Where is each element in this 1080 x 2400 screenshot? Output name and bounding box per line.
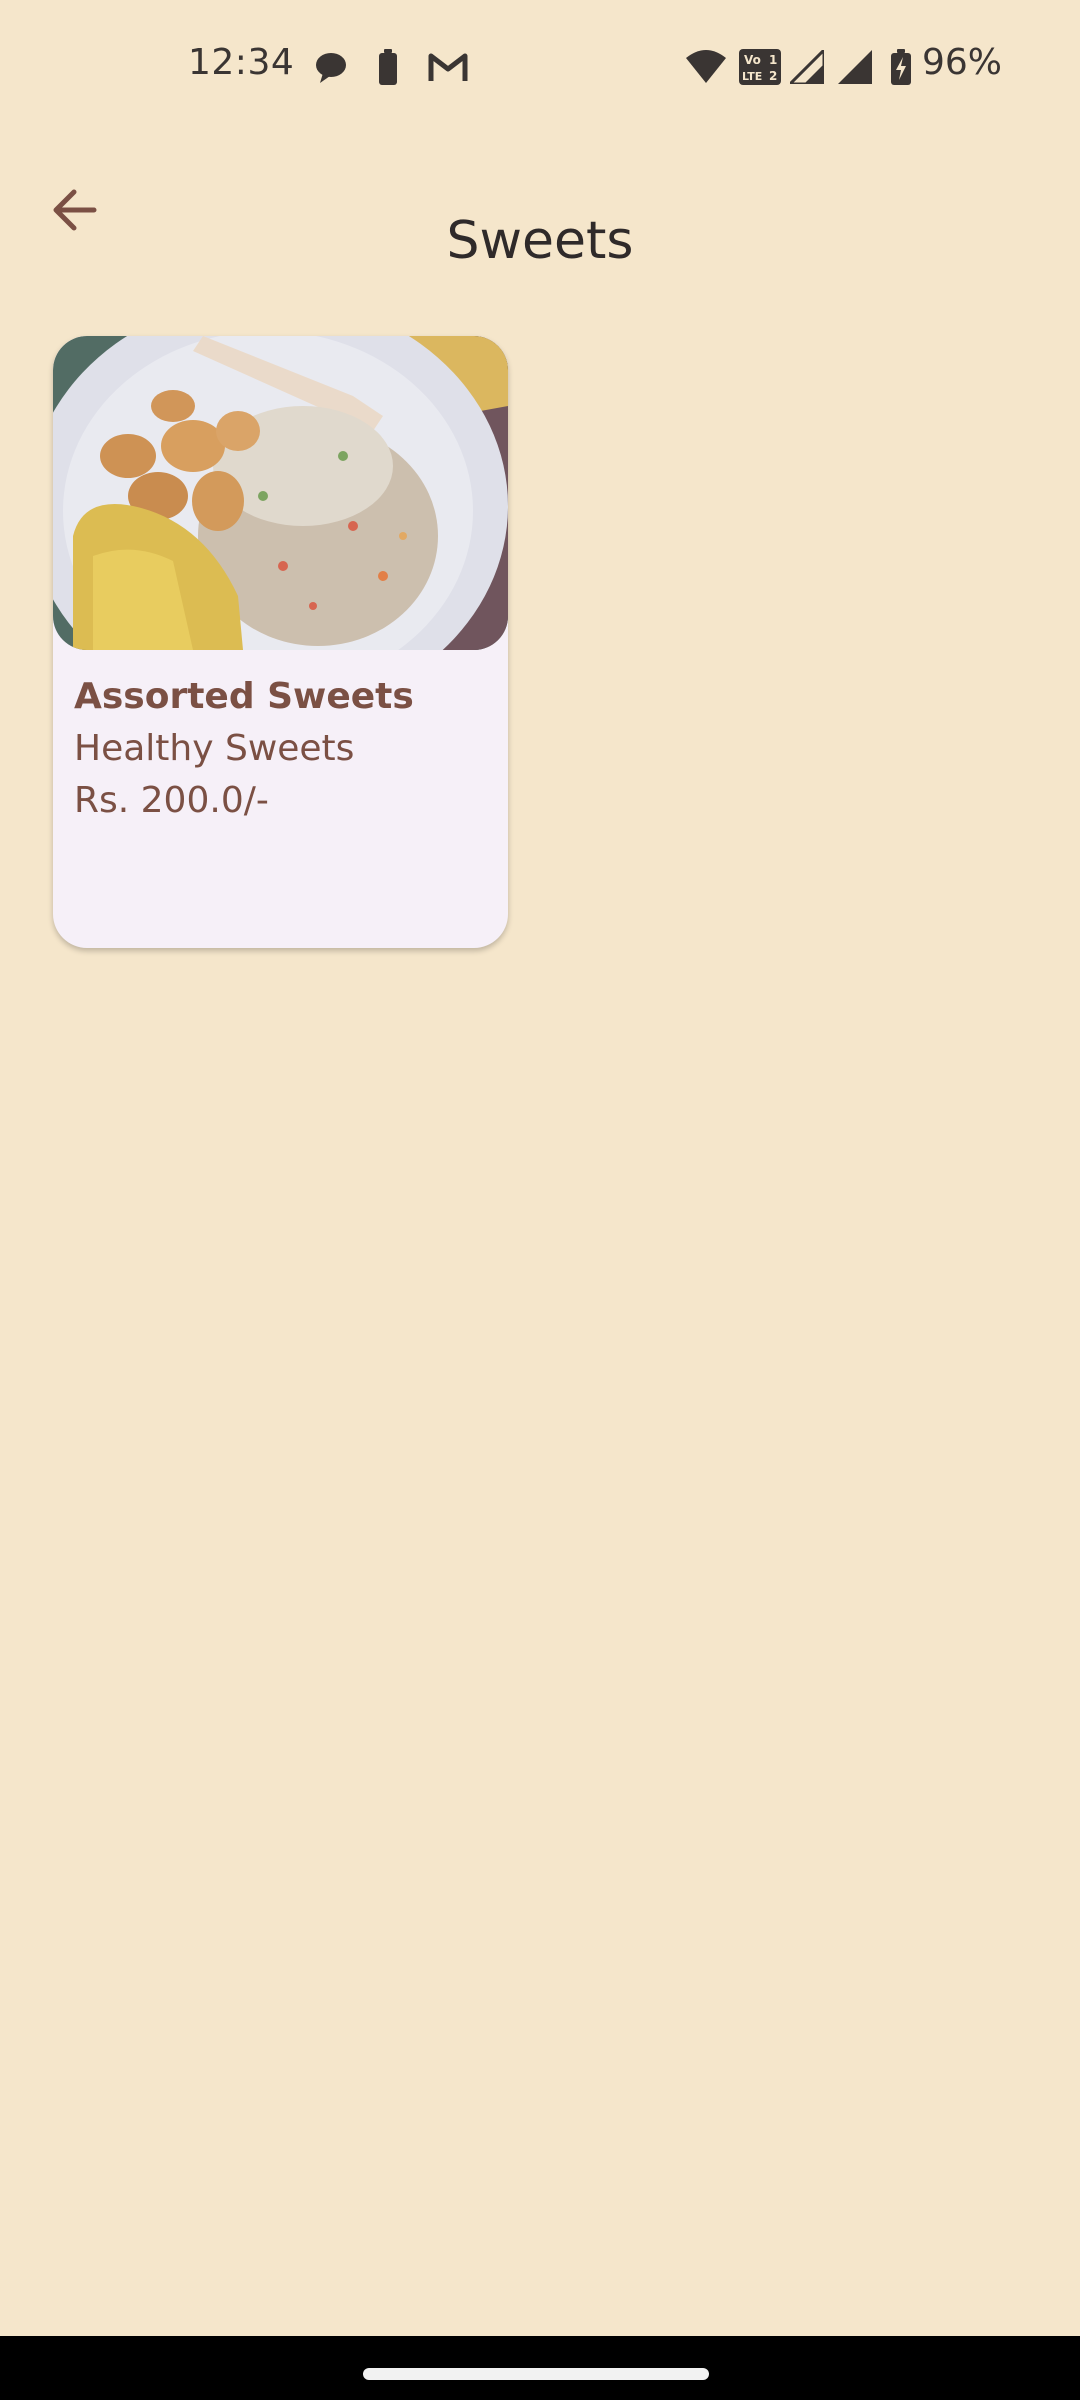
product-description: Healthy Sweets (74, 728, 355, 769)
status-time: 12:34 (188, 42, 295, 83)
signal-1-icon (790, 50, 824, 84)
chat-bubble-icon (314, 52, 348, 84)
gmail-icon (428, 52, 468, 82)
battery-saver-icon (378, 49, 398, 85)
app-bar: Sweets (0, 140, 1080, 280)
svg-text:2: 2 (769, 69, 777, 83)
product-price: Rs. 200.0/- (74, 780, 269, 821)
svg-text:LTE: LTE (742, 70, 762, 83)
home-gesture-handle[interactable] (363, 2368, 709, 2380)
product-name: Assorted Sweets (74, 676, 414, 717)
battery-charging-icon (890, 49, 912, 85)
status-bar: 12:34 Vo LTE 1 2 96% (0, 0, 1080, 130)
navigation-bar (0, 2336, 1080, 2400)
volte-icon: Vo LTE 1 2 (739, 49, 781, 85)
battery-percentage: 96% (922, 42, 1003, 83)
page-title: Sweets (446, 210, 634, 271)
product-card[interactable]: Assorted Sweets Healthy Sweets Rs. 200.0… (53, 336, 508, 948)
wifi-icon (686, 50, 726, 84)
product-image (53, 336, 508, 650)
svg-text:Vo: Vo (744, 53, 761, 67)
svg-text:1: 1 (769, 53, 777, 67)
signal-2-icon (838, 50, 872, 84)
